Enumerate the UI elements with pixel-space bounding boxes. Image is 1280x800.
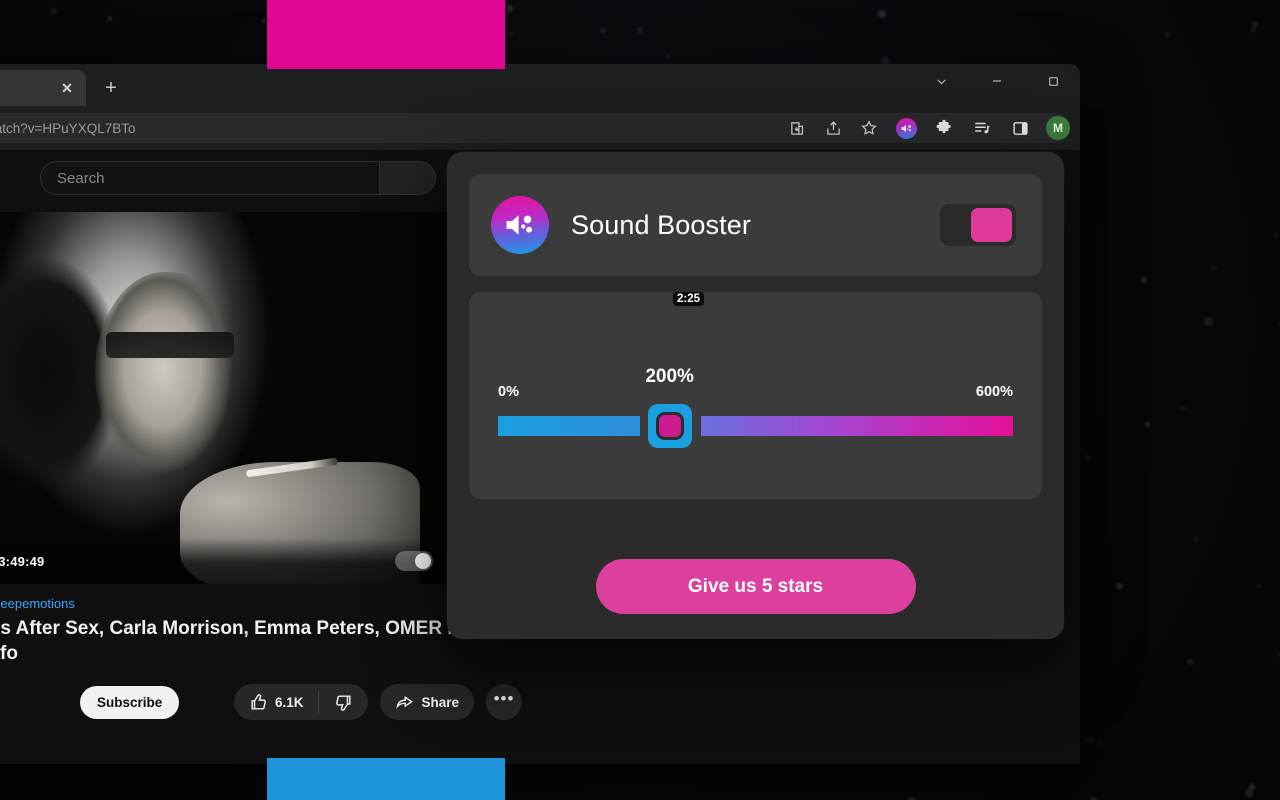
star-dot [1251, 27, 1256, 32]
video-timestamp: 0:05 / 3:49:49 [0, 554, 44, 569]
rate-us-button[interactable]: Give us 5 stars [596, 559, 916, 614]
star-dot [1116, 583, 1123, 590]
star-dot [1085, 735, 1094, 744]
star-dot [1141, 277, 1147, 283]
like-button[interactable]: 6.1K [234, 684, 319, 720]
window-controls [928, 68, 1072, 94]
browser-tab[interactable]: Sex, Car ✕ [0, 70, 86, 106]
channel-info[interactable]: ape cribers [0, 686, 68, 719]
search-button[interactable] [380, 161, 436, 195]
star-dot [1252, 21, 1258, 27]
slider-track-remaining [701, 416, 1013, 436]
star-dot [1145, 422, 1149, 426]
search-input[interactable]: Search [40, 161, 380, 195]
url-path: /watch?v=HPuYXQL7BTo [0, 121, 135, 136]
video-player[interactable]: 0:05 / 3:49:49 CC [0, 212, 522, 584]
video-duration: 2:25 [673, 292, 704, 306]
extension-badge [896, 118, 917, 139]
star-dot [1257, 584, 1261, 588]
star-dot [878, 10, 886, 18]
sound-booster-popup: Sound Booster 0% 200% 600% [447, 152, 1064, 639]
star-dot [510, 32, 513, 35]
star-dot [1099, 742, 1103, 746]
star-dot [1193, 537, 1199, 543]
channel-name: ape [0, 686, 68, 703]
download-icon[interactable] [786, 117, 808, 139]
slider-thumb-inner [659, 415, 681, 437]
star-dot [507, 5, 513, 11]
star-dot [600, 28, 605, 33]
popup-title: Sound Booster [571, 210, 918, 241]
video-title: Cigarettes After Sex, Carla Morrison, Em… [0, 616, 518, 666]
screenshot-stage: Sex, Car ✕ + be.com/watch?v=HPuYXQL7BTo [0, 0, 1280, 800]
star-dot [637, 27, 643, 33]
slider-current-label: 200% [645, 366, 694, 388]
slider-labels: 0% 200% 600% [498, 380, 1013, 400]
star-dot [50, 8, 57, 15]
star-dot [1204, 317, 1213, 326]
tab-strip: Sex, Car ✕ + [0, 64, 1080, 106]
slider-thumb[interactable] [648, 404, 692, 448]
close-icon[interactable]: ✕ [58, 79, 76, 97]
maximize-icon[interactable] [1040, 68, 1066, 94]
new-tab-button[interactable]: + [96, 73, 126, 103]
star-dot [1274, 232, 1279, 237]
slider-track-filled [498, 416, 640, 436]
sound-booster-extension-icon[interactable] [894, 116, 918, 140]
subscribe-button[interactable]: Subscribe [80, 686, 179, 719]
volume-slider[interactable]: 0% 200% 600% [498, 380, 1013, 439]
channel-subscribers: cribers [0, 705, 68, 719]
share-button[interactable]: Share [380, 684, 474, 720]
like-count: 6.1K [275, 695, 304, 710]
more-actions-button[interactable]: ••• [486, 684, 522, 720]
blue-overlay-bar [267, 758, 505, 800]
reading-list-icon[interactable] [970, 116, 994, 140]
magenta-overlay-bar [267, 0, 505, 69]
dislike-button[interactable] [319, 684, 368, 720]
omnibox-row: be.com/watch?v=HPuYXQL7BTo [0, 106, 1080, 150]
chevron-down-icon[interactable] [928, 68, 954, 94]
star-dot [1211, 265, 1217, 271]
sound-booster-icon [491, 196, 549, 254]
volume-slider-card: 0% 200% 600% [469, 292, 1042, 499]
like-dislike-group: 6.1K [234, 684, 369, 720]
power-toggle[interactable] [940, 204, 1016, 246]
video-action-row: ape cribers Subscribe 6.1K [0, 684, 522, 720]
star-dot [1245, 789, 1253, 797]
star-dot [262, 19, 266, 23]
video-hashtags[interactable]: deephouse #deepemotions [0, 596, 522, 611]
star-dot [1187, 659, 1193, 665]
slider-track[interactable] [498, 413, 1013, 439]
star-dot [667, 54, 671, 58]
slider-max-label: 600% [976, 384, 1013, 400]
tab-title: Sex, Car [0, 81, 50, 95]
star-dot [1164, 32, 1170, 38]
toggle-knob [971, 208, 1012, 242]
primary-column: 0:05 / 3:49:49 CC deephouse #deepemotion… [0, 212, 522, 720]
bookmark-star-icon[interactable] [858, 117, 880, 139]
star-dot [1085, 455, 1091, 461]
star-dot [107, 16, 112, 21]
side-panel-icon[interactable] [1008, 116, 1032, 140]
share-icon[interactable] [822, 117, 844, 139]
minimize-icon[interactable] [984, 68, 1010, 94]
puzzle-extensions-icon[interactable] [932, 116, 956, 140]
video-frame-detail [106, 332, 234, 358]
popup-header: Sound Booster [469, 174, 1042, 276]
player-controls: 0:05 / 3:49:49 CC [0, 538, 522, 584]
toolbar-actions: M [786, 116, 1070, 140]
video-meta: deephouse #deepemotions Cigarettes After… [0, 584, 522, 720]
profile-avatar[interactable]: M [1046, 116, 1070, 140]
star-dot [1180, 406, 1186, 412]
share-label: Share [421, 695, 459, 710]
autoplay-toggle[interactable] [395, 551, 433, 571]
slider-min-label: 0% [498, 384, 519, 400]
